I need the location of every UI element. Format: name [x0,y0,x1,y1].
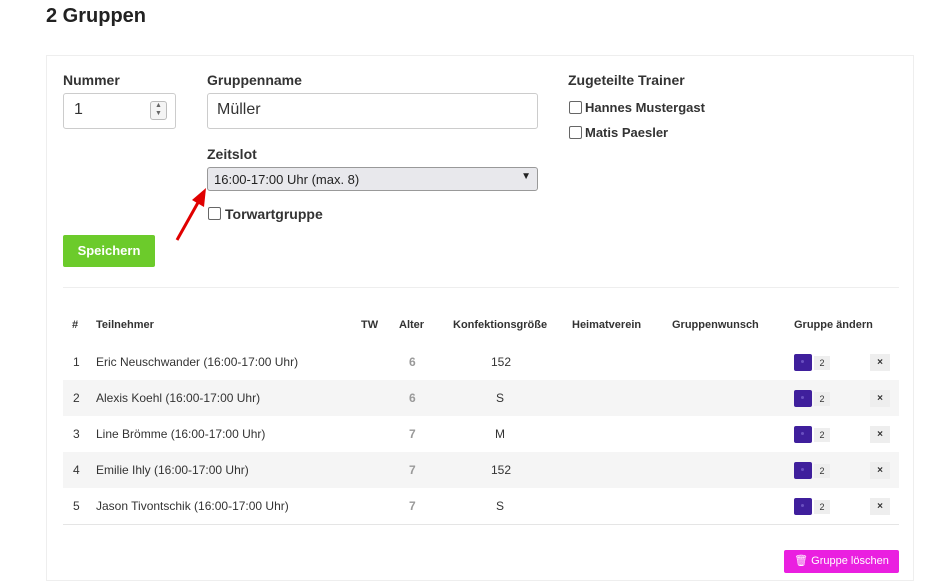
table-row: 4 Emilie Ihly (16:00-17:00 Uhr) 7 152 2 … [63,452,899,488]
table-row: 1 Eric Neuschwander (16:00-17:00 Uhr) 6 … [63,344,899,380]
save-button[interactable]: Speichern [63,235,155,267]
remove-button[interactable]: × [870,498,890,515]
row-groesse: M [495,427,505,441]
th-konfektion: Konfektionsgröße [453,319,548,331]
row-alter: 7 [409,463,416,477]
trainer-label-hannes[interactable]: Hannes Mustergast [585,100,705,115]
row-groesse: 152 [491,463,512,477]
row-alter: 7 [409,499,416,513]
th-tw: TW [361,319,379,331]
torwart-label[interactable]: Torwartgruppe [225,206,323,222]
row-groesse: S [496,391,505,405]
remove-button[interactable]: × [870,354,890,371]
nummer-stepper[interactable]: ▲ ▼ [150,101,167,120]
zeitslot-label: Zeitslot [207,146,257,162]
row-num: 1 [73,355,80,369]
row-num: 5 [73,499,80,513]
row-groesse: 152 [491,355,512,369]
th-gruppe-aendern: Gruppe ändern [794,319,873,331]
table-row: 2 Alexis Koehl (16:00-17:00 Uhr) 6 S 2 × [63,380,899,416]
annotation-arrow-icon [175,188,206,241]
row-name: Eric Neuschwander (16:00-17:00 Uhr) [96,355,299,369]
change-group-button[interactable] [794,462,812,479]
row-name: Line Brömme (16:00-17:00 Uhr) [96,427,266,441]
row-divider [63,524,899,525]
table-row: 3 Line Brömme (16:00-17:00 Uhr) 7 M 2 × [63,416,899,452]
remove-button[interactable]: × [870,426,890,443]
zeitslot-value: 16:00-17:00 Uhr (max. 8) [214,172,360,187]
change-group-button[interactable] [794,390,812,407]
change-group-button[interactable] [794,498,812,515]
gruppenname-input[interactable]: Müller [207,93,538,129]
trainer-checkbox-matis[interactable] [569,126,582,139]
trainer-checkbox-hannes[interactable] [569,101,582,114]
row-num: 4 [73,463,80,477]
row-num: 3 [73,427,80,441]
th-alter: Alter [399,319,425,331]
row-alter: 7 [409,427,416,441]
remove-button[interactable]: × [870,390,890,407]
row-name: Emilie Ihly (16:00-17:00 Uhr) [96,463,249,477]
th-heimatverein: Heimatverein [572,319,642,331]
th-gruppenwunsch: Gruppenwunsch [672,319,759,331]
th-num: # [72,319,79,331]
nummer-label: Nummer [63,72,120,88]
row-groesse: S [496,499,505,513]
change-group-button[interactable] [794,354,812,371]
page-title: 2 Gruppen [46,5,147,27]
group-number: 2 [814,356,830,370]
trainer-label: Zugeteilte Trainer [568,72,685,88]
group-number: 2 [814,392,830,406]
zeitslot-select[interactable]: 16:00-17:00 Uhr (max. 8) ▼ [207,167,538,191]
row-num: 2 [73,391,80,405]
th-teilnehmer: Teilnehmer [96,319,154,331]
table-row: 5 Jason Tivontschik (16:00-17:00 Uhr) 7 … [63,488,899,524]
change-group-button[interactable] [794,426,812,443]
group-number: 2 [814,500,830,514]
row-name: Jason Tivontschik (16:00-17:00 Uhr) [96,499,289,513]
gruppenname-label: Gruppenname [207,72,302,88]
delete-group-button[interactable]: 🗑 Gruppe löschen [784,550,899,573]
trainer-label-matis[interactable]: Matis Paesler [585,125,668,140]
remove-button[interactable]: × [870,462,890,479]
row-alter: 6 [409,391,416,405]
row-alter: 6 [409,355,416,369]
group-number: 2 [814,428,830,442]
group-number: 2 [814,464,830,478]
chevron-down-icon: ▼ [521,171,531,182]
divider [63,287,899,288]
row-name: Alexis Koehl (16:00-17:00 Uhr) [96,391,261,405]
